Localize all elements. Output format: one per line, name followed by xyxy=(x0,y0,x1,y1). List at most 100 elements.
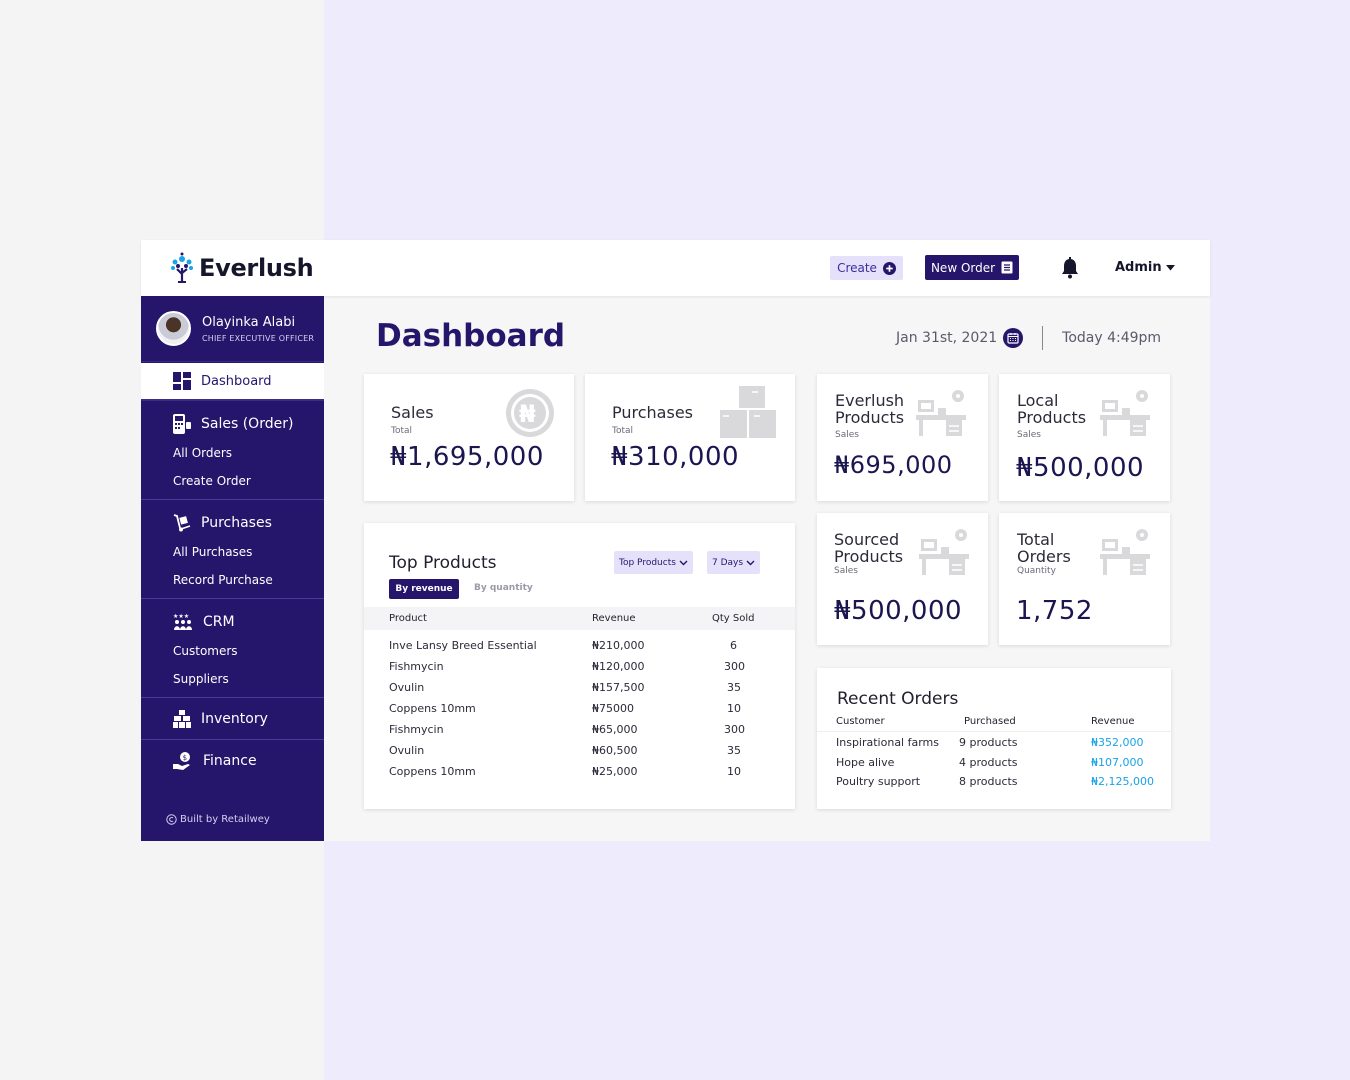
purchased-count: 9 products xyxy=(959,736,1018,749)
bell-icon[interactable] xyxy=(1060,257,1080,279)
everlush-products-card[interactable]: Everlush Products Sales ₦695,000 xyxy=(817,374,988,501)
people-stars-icon: ★★★ xyxy=(173,613,192,630)
sidebar-item-suppliers[interactable]: Suppliers xyxy=(141,665,324,693)
product-revenue: ₦157,500 xyxy=(592,681,645,694)
sidebar-section-sales: Sales (Order) All Orders Create Order xyxy=(141,401,324,500)
sidebar-item-record-purchase[interactable]: Record Purchase xyxy=(141,566,324,594)
product-revenue: ₦210,000 xyxy=(592,639,645,652)
product-name: Coppens 10mm xyxy=(389,702,476,715)
create-button[interactable]: Create xyxy=(830,256,903,280)
card-value: ₦500,000 xyxy=(834,596,963,626)
user-profile[interactable]: Olayinka Alabi CHIEF EXECUTIVE OFFICER xyxy=(141,296,324,362)
sidebar-item-customers[interactable]: Customers xyxy=(141,637,324,665)
sidebar-item-sales[interactable]: Sales (Order) xyxy=(141,413,324,435)
order-revenue-link[interactable]: ₦107,000 xyxy=(1091,756,1144,769)
product-revenue: ₦75000 xyxy=(592,702,634,715)
admin-menu[interactable]: Admin xyxy=(1115,260,1175,275)
product-qty: 300 xyxy=(724,660,745,673)
sidebar-item-label: Inventory xyxy=(201,710,268,727)
tab-by-revenue[interactable]: By revenue xyxy=(389,579,459,599)
profile-role: CHIEF EXECUTIVE OFFICER xyxy=(202,333,315,343)
card-title-line1: Local xyxy=(1017,391,1059,410)
sidebar-item-inventory[interactable]: Inventory xyxy=(141,698,324,740)
sidebar-item-all-orders[interactable]: All Orders xyxy=(141,439,324,467)
brand-logo[interactable]: Everlush xyxy=(169,250,314,286)
product-name: Inve Lansy Breed Essential xyxy=(389,639,537,652)
card-title-line1: Sourced xyxy=(834,530,900,549)
product-qty: 35 xyxy=(727,681,741,694)
top-products-panel: Top Products By revenue By quantity Top … xyxy=(364,523,795,809)
sidebar-item-crm[interactable]: ★★★ CRM xyxy=(141,611,324,633)
order-revenue-link[interactable]: ₦352,000 xyxy=(1091,736,1144,749)
table-row[interactable]: Fishmycin ₦65,000 300 xyxy=(364,717,795,738)
customer-name: Inspirational farms xyxy=(836,736,940,749)
desk-gear-icon xyxy=(919,529,969,575)
table-header: Customer Purchased Revenue xyxy=(817,714,1171,732)
sidebar-item-label: Dashboard xyxy=(201,373,272,389)
current-time: Today 4:49pm xyxy=(1062,330,1162,346)
table-row[interactable]: Coppens 10mm ₦25,000 10 xyxy=(364,759,795,780)
calendar-icon[interactable] xyxy=(1003,328,1024,348)
sales-card[interactable]: Sales Total ₦1,695,000 ₦ xyxy=(364,374,574,501)
column-header-product: Product xyxy=(389,613,427,624)
product-revenue: ₦120,000 xyxy=(592,660,645,673)
new-order-button[interactable]: New Order xyxy=(925,255,1019,280)
order-revenue-link[interactable]: ₦2,125,000 xyxy=(1091,775,1154,788)
local-products-card[interactable]: Local Products Sales ₦500,000 xyxy=(999,374,1170,501)
product-qty: 35 xyxy=(727,744,741,757)
card-title-line1: Total xyxy=(1017,530,1055,549)
sidebar-item-label: CRM xyxy=(203,614,235,630)
sidebar: Olayinka Alabi CHIEF EXECUTIVE OFFICER D… xyxy=(141,296,324,841)
table-row[interactable]: Hope alive 4 products ₦107,000 xyxy=(817,754,1171,774)
table-row[interactable]: Poultry support 8 products ₦2,125,000 xyxy=(817,773,1171,793)
card-value: ₦310,000 xyxy=(611,442,740,472)
top-bar: Everlush Create New Order Admin xyxy=(141,240,1210,296)
avatar xyxy=(156,311,191,346)
sidebar-item-purchases[interactable]: Purchases xyxy=(141,512,324,534)
dropdown-value: 7 Days xyxy=(712,557,744,568)
sidebar-item-label: Purchases xyxy=(201,515,272,531)
card-value: ₦500,000 xyxy=(1016,453,1145,483)
naira-coin-icon: ₦ xyxy=(506,389,554,437)
product-name: Ovulin xyxy=(389,681,425,694)
card-subtitle: Sales xyxy=(834,566,858,576)
purchased-count: 8 products xyxy=(959,775,1018,788)
table-row[interactable]: Inve Lansy Breed Essential ₦210,000 6 xyxy=(364,633,795,654)
svg-text:★★★: ★★★ xyxy=(173,613,189,620)
desk-gear-icon xyxy=(1100,529,1150,575)
sourced-products-card[interactable]: Sourced Products Sales ₦500,000 xyxy=(817,513,988,645)
card-title-line1: Everlush xyxy=(835,391,905,410)
card-value: 1,752 xyxy=(1016,596,1093,626)
sidebar-item-label: Sales (Order) xyxy=(201,416,294,432)
table-row[interactable]: Inspirational farms 9 products ₦352,000 xyxy=(817,734,1171,754)
card-title: Sales xyxy=(391,403,434,422)
create-button-label: Create xyxy=(837,261,877,275)
card-subtitle: Total xyxy=(391,426,413,436)
column-header-qty: Qty Sold xyxy=(712,613,755,624)
table-row[interactable]: Fishmycin ₦120,000 300 xyxy=(364,654,795,675)
sidebar-item-finance[interactable]: $ Finance xyxy=(141,740,324,782)
column-header-purchased: Purchased xyxy=(964,716,1016,727)
table-row[interactable]: Ovulin ₦60,500 35 xyxy=(364,738,795,759)
product-qty: 10 xyxy=(727,702,741,715)
card-subtitle: Sales xyxy=(1017,430,1041,440)
page-title: Dashboard xyxy=(376,318,566,354)
product-name: Coppens 10mm xyxy=(389,765,476,778)
top-products-title: Top Products xyxy=(389,553,497,573)
table-row[interactable]: Coppens 10mm ₦75000 10 xyxy=(364,696,795,717)
purchases-card[interactable]: Purchases Total ₦310,000 xyxy=(585,374,795,501)
built-by-text: Built by Retailwey xyxy=(180,814,270,825)
period-dropdown[interactable]: 7 Days xyxy=(707,551,761,574)
top-products-filter-dropdown[interactable]: Top Products xyxy=(614,551,693,574)
sidebar-item-all-purchases[interactable]: All Purchases xyxy=(141,538,324,566)
tab-by-quantity[interactable]: By quantity xyxy=(474,583,533,593)
card-subtitle: Quantity xyxy=(1017,566,1056,576)
sidebar-item-create-order[interactable]: Create Order xyxy=(141,467,324,495)
desk-gear-icon xyxy=(1100,390,1150,436)
sidebar-item-dashboard[interactable]: Dashboard xyxy=(141,363,324,401)
total-orders-card[interactable]: Total Orders Quantity 1,752 xyxy=(999,513,1170,645)
brand-name: Everlush xyxy=(199,254,314,282)
tree-logo-icon xyxy=(171,252,193,283)
card-value: ₦1,695,000 xyxy=(390,442,544,472)
table-row[interactable]: Ovulin ₦157,500 35 xyxy=(364,675,795,696)
